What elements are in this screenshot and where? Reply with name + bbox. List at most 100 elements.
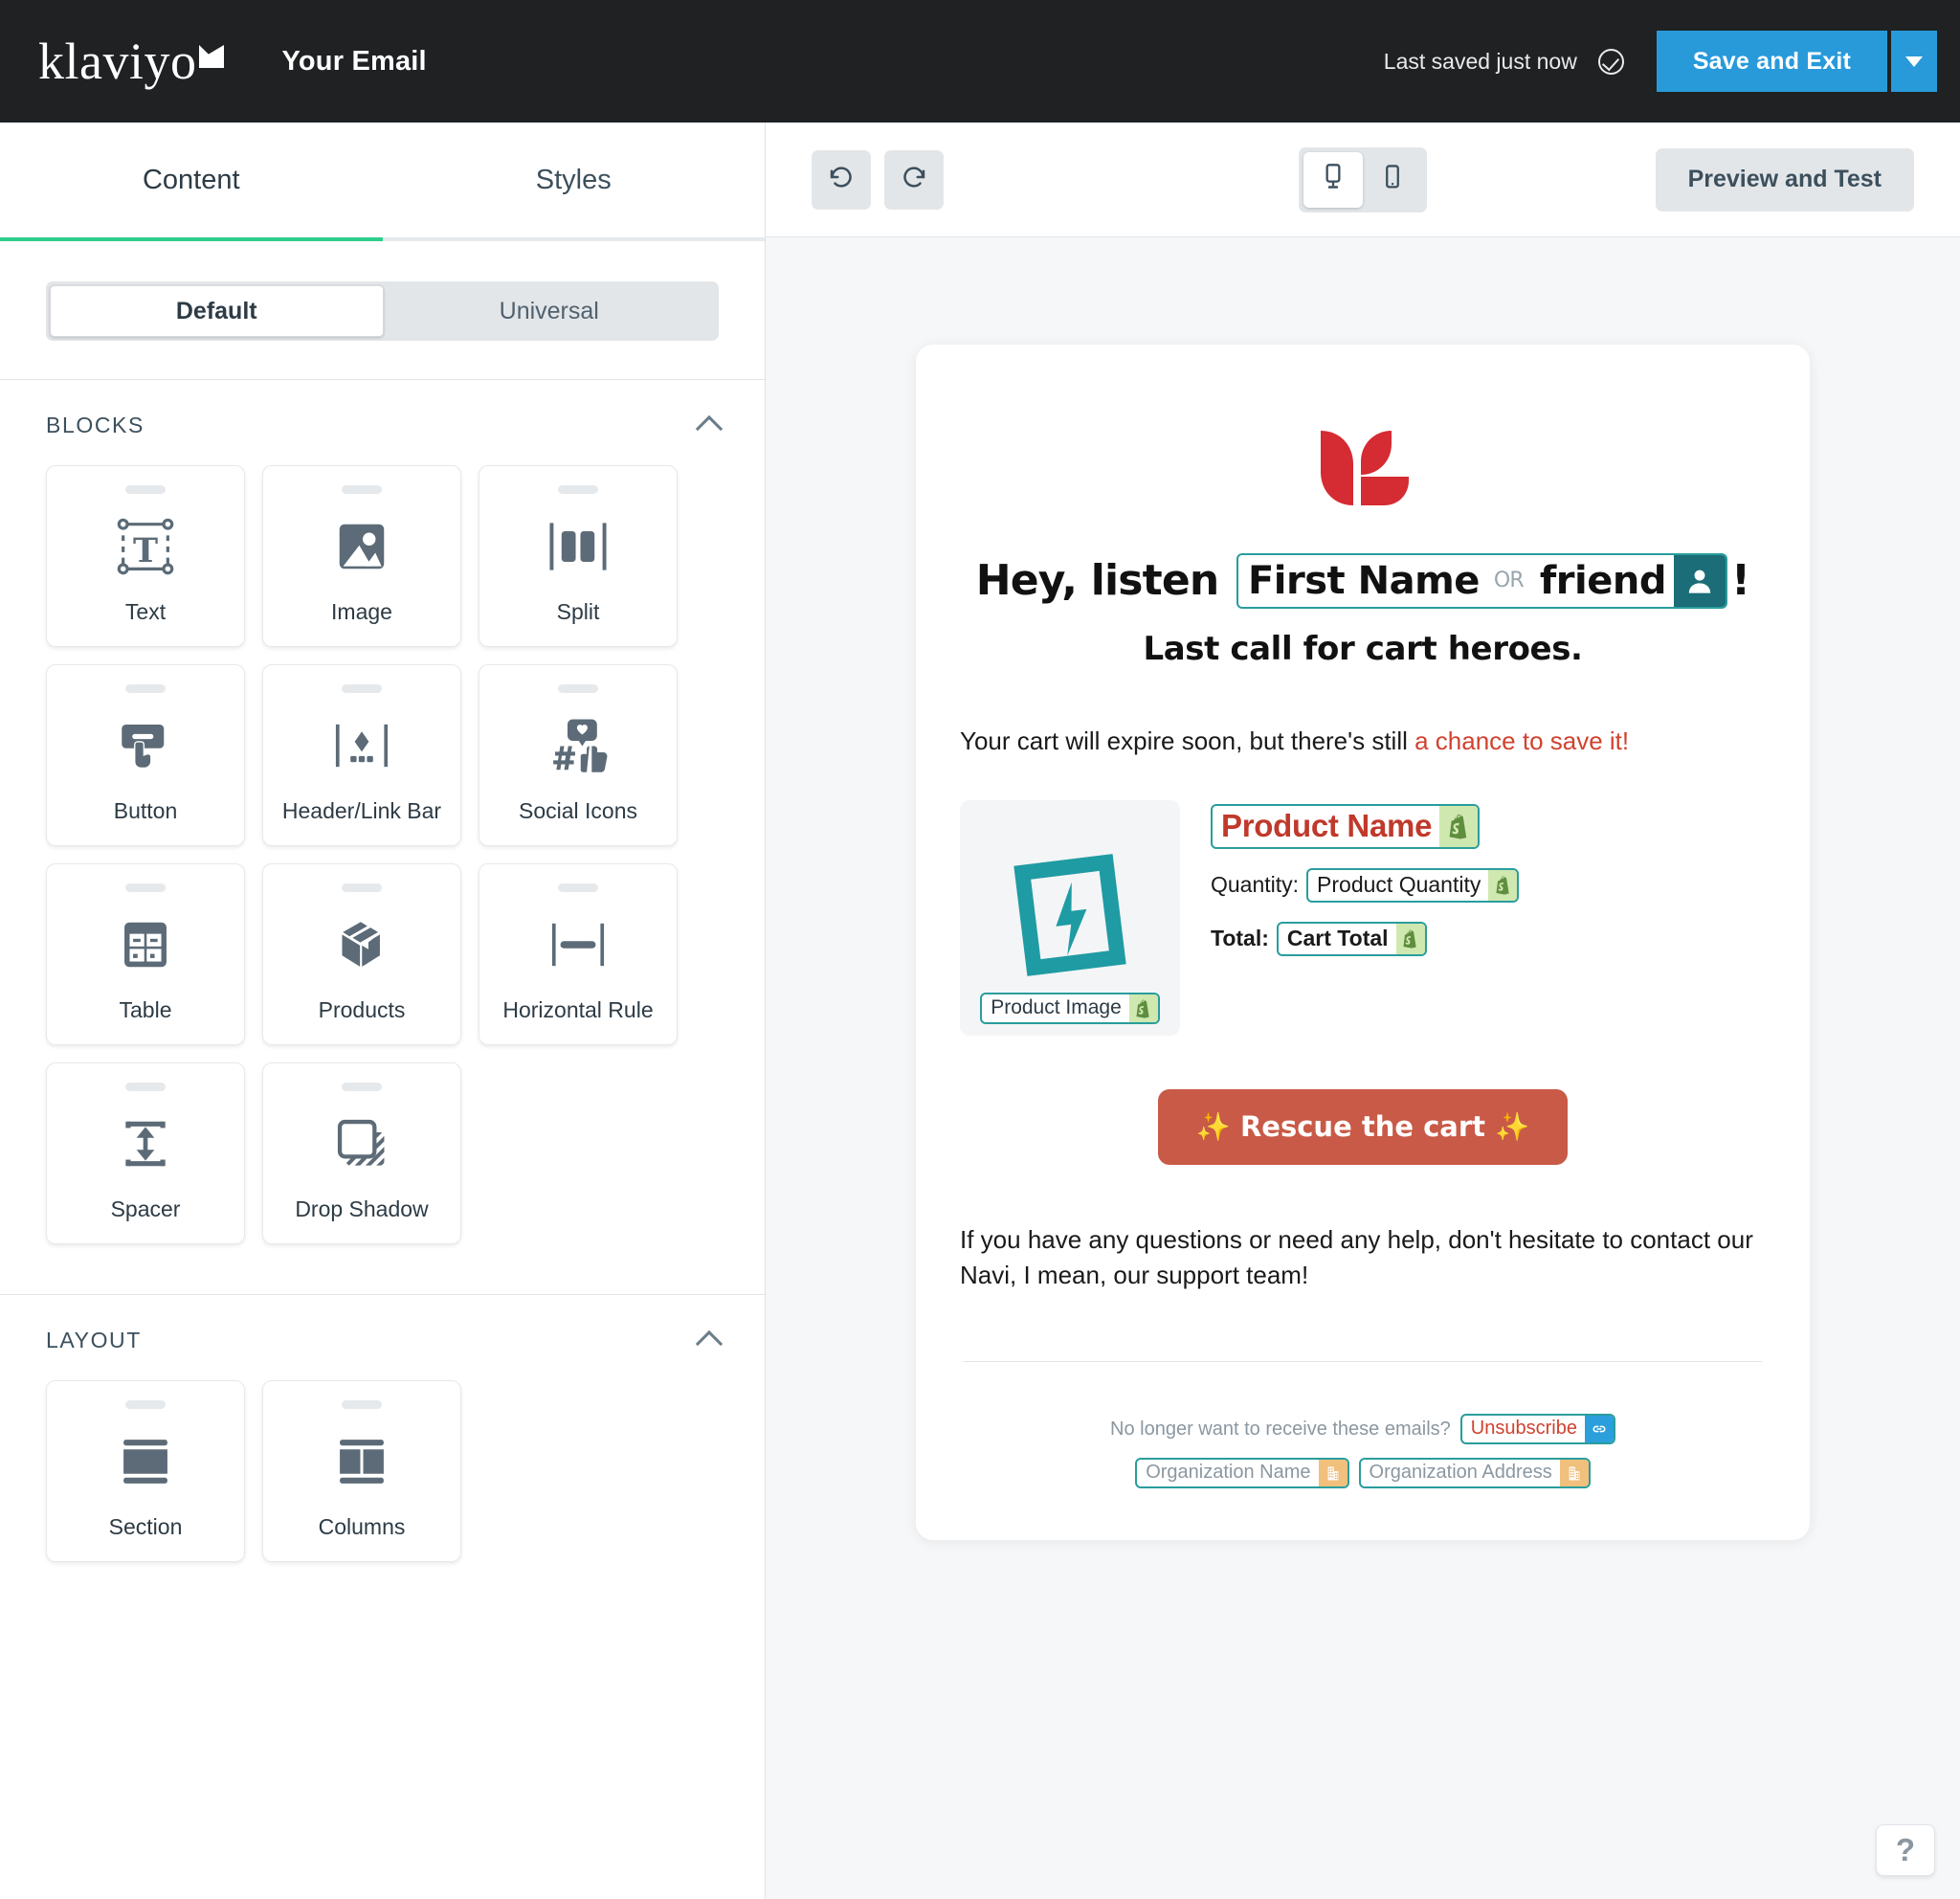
email-body-copy[interactable]: Your cart will expire soon, but there's …: [960, 724, 1766, 760]
social-icons-block-icon: [479, 693, 677, 798]
drag-handle[interactable]: [125, 1400, 166, 1409]
sidebar-tabs: Content Styles: [0, 123, 765, 237]
chevron-up-icon[interactable]: [695, 1329, 724, 1357]
product-block[interactable]: Product Image Product Name Quantity: Pro…: [960, 799, 1766, 1036]
email-headline[interactable]: Hey, listen First Name OR friend !: [960, 553, 1766, 609]
preview-and-test-button[interactable]: Preview and Test: [1655, 147, 1914, 212]
cta-container: ✨ Rescue the cart ✨: [960, 1088, 1766, 1165]
drag-handle[interactable]: [342, 1083, 382, 1091]
product-info: Product Name Quantity: Product Quantity …: [1211, 800, 1766, 1036]
tab-styles[interactable]: Styles: [383, 123, 766, 237]
token-primary-label: First Name: [1247, 559, 1480, 603]
drag-handle[interactable]: [558, 684, 598, 693]
drag-handle[interactable]: [125, 1083, 166, 1091]
top-bar: klaviyo Your Email Last saved just now S…: [0, 0, 1960, 123]
drag-handle[interactable]: [125, 485, 166, 494]
image-block-icon: [263, 494, 460, 599]
block-split[interactable]: Split: [479, 465, 678, 647]
block-button[interactable]: Button: [46, 664, 245, 846]
block-header-link-bar-label: Header/Link Bar: [281, 798, 442, 823]
block-text[interactable]: T Text: [46, 465, 245, 647]
support-text[interactable]: If you have any questions or need any he…: [960, 1222, 1766, 1294]
product-image-tag[interactable]: Product Image: [980, 992, 1160, 1024]
product-name-tag[interactable]: Product Name: [1211, 803, 1481, 849]
layout-section[interactable]: Section: [46, 1380, 245, 1562]
block-social-icons[interactable]: Social Icons: [479, 664, 678, 846]
redo-icon: [900, 163, 928, 196]
brand-name: klaviyo: [38, 33, 197, 90]
drag-handle[interactable]: [342, 485, 382, 494]
cart-total-tag-label: Cart Total: [1286, 925, 1389, 950]
toggle-universal-label: Universal: [499, 297, 599, 324]
email-canvas[interactable]: Hey, listen First Name OR friend ! Last …: [766, 237, 1960, 1899]
columns-layout-icon: [263, 1409, 460, 1514]
unsubscribe-tag-label: Unsubscribe: [1470, 1418, 1577, 1440]
unsubscribe-line: No longer want to receive these emails? …: [960, 1414, 1766, 1445]
button-block-icon: [47, 693, 244, 798]
cta-label: Rescue the cart: [1239, 1109, 1486, 1143]
toggle-option-default[interactable]: Default: [50, 285, 384, 337]
default-universal-toggle: Default Universal: [46, 281, 719, 341]
person-icon: [1673, 555, 1726, 607]
block-horizontal-rule[interactable]: Horizontal Rule: [479, 863, 678, 1045]
block-drop-shadow[interactable]: Drop Shadow: [262, 1062, 461, 1244]
organization-address-tag[interactable]: Organization Address: [1358, 1458, 1591, 1489]
drop-shadow-icon: [263, 1091, 460, 1196]
save-options-dropdown-button[interactable]: [1891, 31, 1937, 92]
unsubscribe-tag[interactable]: Unsubscribe: [1459, 1414, 1615, 1445]
klaviyo-flag-icon: [199, 45, 224, 68]
canvas-panel: Preview and Test Hey, listen First Name …: [766, 123, 1960, 1899]
device-mobile-button[interactable]: [1363, 152, 1422, 208]
tab-content[interactable]: Content: [0, 123, 383, 237]
cart-total-tag[interactable]: Cart Total: [1276, 921, 1427, 956]
personalization-token-first-name[interactable]: First Name OR friend: [1236, 553, 1727, 609]
email-preview-card[interactable]: Hey, listen First Name OR friend ! Last …: [916, 345, 1810, 1541]
drag-handle[interactable]: [558, 883, 598, 892]
block-horizontal-rule-label: Horizontal Rule: [502, 997, 654, 1022]
layout-section-header[interactable]: LAYOUT: [0, 1295, 765, 1363]
email-logo-row[interactable]: [960, 402, 1766, 553]
klaviyo-wordmark-logo[interactable]: klaviyo: [38, 35, 224, 87]
redo-button[interactable]: [884, 149, 944, 210]
unsubscribe-prompt: No longer want to receive these emails?: [1110, 1418, 1451, 1440]
drag-handle[interactable]: [342, 883, 382, 892]
text-block-icon: T: [47, 494, 244, 599]
organization-name-tag[interactable]: Organization Name: [1135, 1458, 1349, 1489]
layout-columns[interactable]: Columns: [262, 1380, 461, 1562]
block-products[interactable]: Products: [262, 863, 461, 1045]
svg-text:T: T: [133, 531, 158, 570]
product-name-tag-label: Product Name: [1221, 807, 1433, 843]
token-fallback-label: friend: [1539, 559, 1667, 603]
save-and-exit-button[interactable]: Save and Exit: [1656, 31, 1887, 92]
toggle-option-universal[interactable]: Universal: [384, 285, 716, 337]
device-desktop-button[interactable]: [1303, 151, 1363, 208]
undo-button[interactable]: [812, 149, 871, 210]
product-image-placeholder[interactable]: Product Image: [960, 799, 1180, 1036]
drag-handle[interactable]: [125, 684, 166, 693]
last-saved-status: Last saved just now: [1383, 48, 1577, 74]
drag-handle[interactable]: [125, 883, 166, 892]
organization-address-tag-label: Organization Address: [1369, 1462, 1552, 1484]
block-text-label: Text: [124, 599, 167, 624]
drag-handle[interactable]: [342, 1400, 382, 1409]
product-quantity-tag[interactable]: Product Quantity: [1306, 867, 1520, 903]
undo-icon: [827, 163, 856, 196]
help-button[interactable]: ?: [1876, 1824, 1935, 1876]
block-image[interactable]: Image: [262, 465, 461, 647]
block-table[interactable]: Table: [46, 863, 245, 1045]
drag-handle[interactable]: [342, 684, 382, 693]
block-header-link-bar[interactable]: Header/Link Bar: [262, 664, 461, 846]
drag-handle[interactable]: [558, 485, 598, 494]
mobile-icon: [1382, 163, 1403, 196]
rescue-the-cart-button[interactable]: ✨ Rescue the cart ✨: [1157, 1088, 1569, 1165]
sparkle-left-icon: ✨: [1195, 1109, 1231, 1143]
building-icon: [1559, 1460, 1589, 1487]
block-spacer[interactable]: Spacer: [46, 1062, 245, 1244]
spacer-block-icon: [47, 1091, 244, 1196]
device-preview-switch: [1299, 146, 1427, 212]
blocks-section-header[interactable]: BLOCKS: [0, 380, 765, 448]
email-subheadline[interactable]: Last call for cart heroes.: [960, 630, 1766, 668]
organization-name-tag-label: Organization Name: [1146, 1462, 1311, 1484]
email-footer: No longer want to receive these emails? …: [960, 1362, 1766, 1489]
chevron-up-icon[interactable]: [695, 414, 724, 442]
